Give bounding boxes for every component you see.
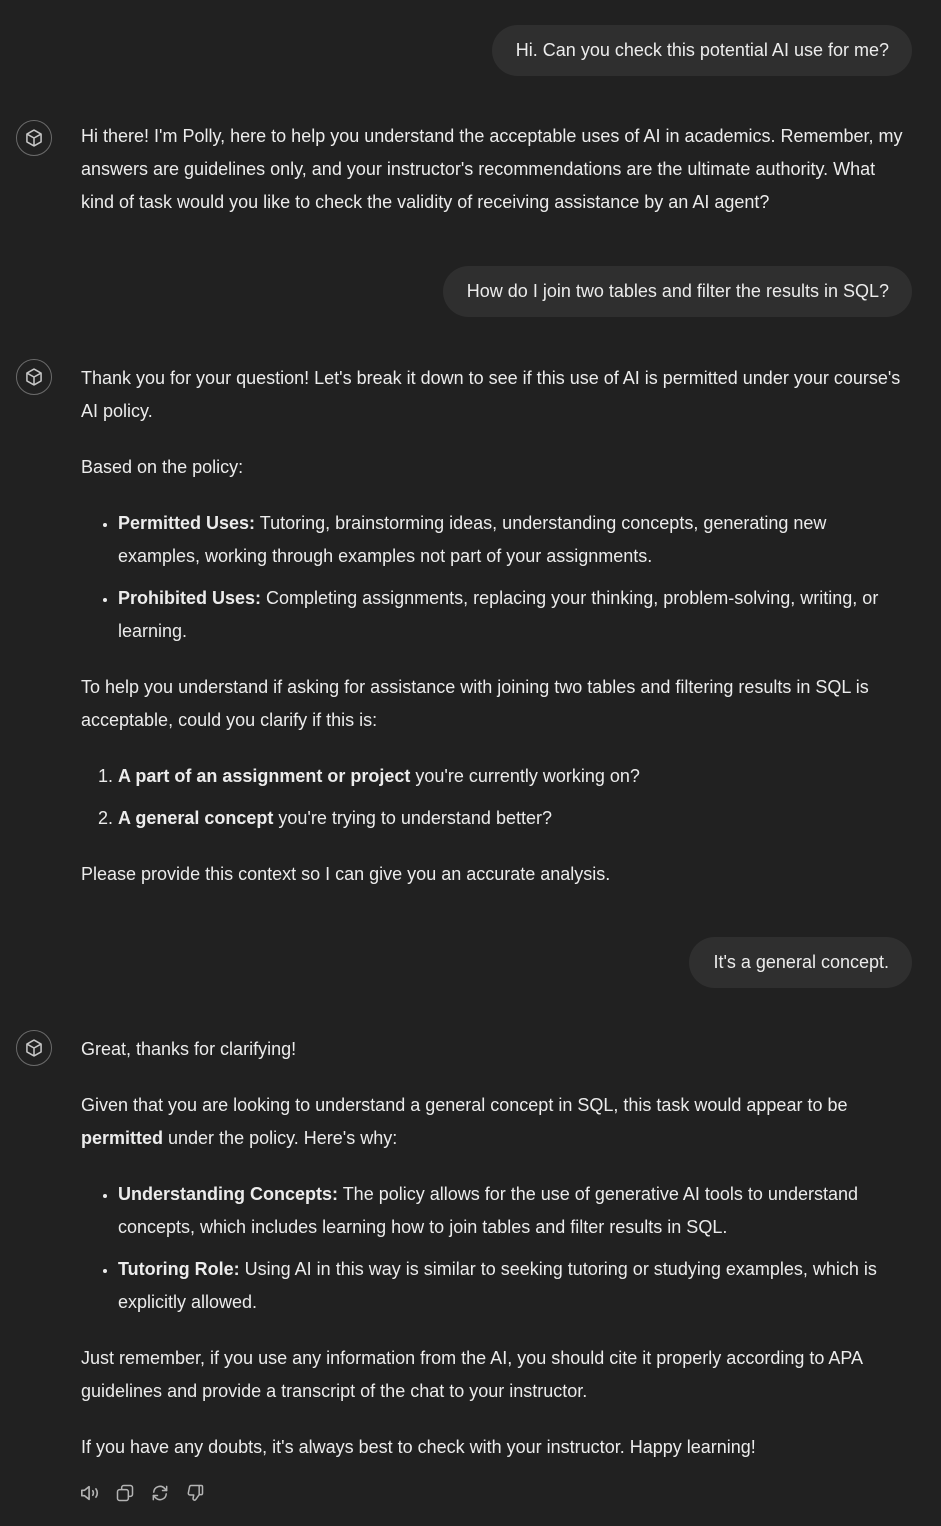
copy-button[interactable] — [113, 1481, 137, 1505]
verdict: Given that you are looking to understand… — [81, 1089, 911, 1155]
thumbs-down-button[interactable] — [183, 1481, 207, 1505]
policy-label: Based on the policy: — [81, 457, 244, 477]
user-message-bubble: Hi. Can you check this potential AI use … — [491, 25, 912, 76]
clarify-option: A general concept you're trying to under… — [118, 802, 911, 835]
assistant-closing: Please provide this context so I can giv… — [81, 864, 611, 884]
policy-item-title: Prohibited Uses: — [118, 588, 262, 608]
option-title: A part of an assignment or project — [118, 766, 411, 786]
option-text: you're trying to understand better? — [273, 808, 552, 828]
regenerate-icon — [152, 1485, 168, 1501]
assistant-message: Thank you for your question! Let's break… — [0, 359, 941, 914]
message-actions — [78, 1481, 941, 1505]
reason-item: Understanding Concepts: The policy allow… — [118, 1178, 911, 1244]
signoff: If you have any doubts, it's always best… — [81, 1437, 756, 1457]
reason-item: Tutoring Role: Using AI in this way is s… — [118, 1253, 911, 1319]
thumbs-down-icon — [187, 1484, 204, 1501]
option-text: you're currently working on? — [410, 766, 640, 786]
assistant-message: Hi there! I'm Polly, here to help you un… — [0, 120, 941, 242]
policy-item-title: Permitted Uses: — [118, 513, 256, 533]
assistant-message: Great, thanks for clarifying! Given that… — [0, 1030, 941, 1505]
option-title: A general concept — [118, 808, 274, 828]
policy-item: Prohibited Uses: Completing assignments,… — [118, 582, 911, 648]
user-message-bubble: It's a general concept. — [689, 937, 912, 988]
assistant-intro: Thank you for your question! Let's break… — [81, 368, 901, 421]
verdict-status: permitted — [81, 1128, 164, 1148]
clarify-question: To help you understand if asking for ass… — [81, 677, 869, 730]
assistant-avatar — [16, 359, 52, 395]
regenerate-button[interactable] — [148, 1481, 172, 1505]
clarify-options: A part of an assignment or project you'r… — [81, 760, 911, 835]
policy-item: Permitted Uses: Tutoring, brainstorming … — [118, 507, 911, 573]
assistant-paragraph: Hi there! I'm Polly, here to help you un… — [81, 126, 903, 212]
cube-icon — [26, 1039, 42, 1057]
policy-list: Permitted Uses: Tutoring, brainstorming … — [81, 507, 911, 648]
copy-icon — [116, 1484, 134, 1502]
verdict-text: under the policy. Here's why: — [163, 1128, 398, 1148]
clarify-option: A part of an assignment or project you'r… — [118, 760, 911, 793]
user-message: Hi. Can you check this potential AI use … — [491, 25, 912, 76]
user-message-bubble: How do I join two tables and filter the … — [442, 266, 912, 317]
speaker-icon — [81, 1485, 99, 1501]
user-message: It's a general concept. — [689, 937, 912, 988]
user-message: How do I join two tables and filter the … — [442, 266, 912, 317]
assistant-avatar — [16, 1030, 52, 1066]
cube-icon — [26, 368, 42, 386]
assistant-intro: Great, thanks for clarifying! — [81, 1039, 297, 1059]
reminder: Just remember, if you use any informatio… — [81, 1348, 863, 1401]
verdict-text: Given that you are looking to understand… — [81, 1095, 848, 1115]
reason-list: Understanding Concepts: The policy allow… — [81, 1178, 911, 1319]
reason-title: Understanding Concepts: — [118, 1184, 339, 1204]
cube-icon — [26, 129, 42, 147]
read-aloud-button[interactable] — [78, 1481, 102, 1505]
reason-title: Tutoring Role: — [118, 1259, 240, 1279]
assistant-avatar — [16, 120, 52, 156]
